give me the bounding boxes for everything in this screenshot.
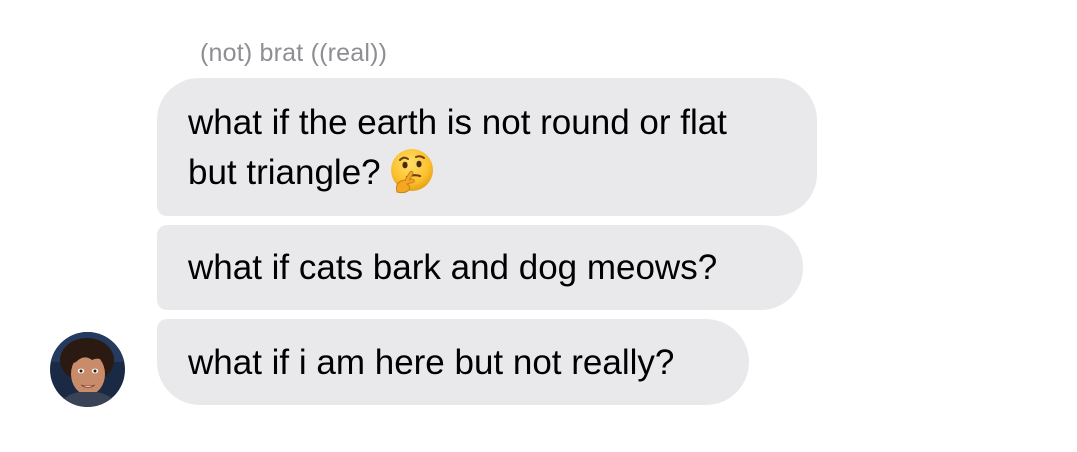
message-text-line: what if cats bark and dog meows? bbox=[188, 248, 718, 287]
message-text-line: what if i am here but not really? bbox=[188, 343, 675, 382]
message-bubble-cats-bark[interactable]: what if cats bark and dog meows? bbox=[157, 225, 803, 310]
sender-name: (not) brat ((real)) bbox=[200, 39, 388, 67]
message-text-line: what if the earth is not round or flat bbox=[188, 103, 727, 142]
thinking-face-emoji-icon bbox=[387, 146, 437, 196]
message-bubble-earth-triangle[interactable]: what if the earth is not round or flat b… bbox=[157, 78, 817, 216]
sender-avatar[interactable] bbox=[50, 332, 125, 407]
message-text-line-with-emoji: but triangle? bbox=[188, 148, 786, 200]
message-bubble-here-not-really[interactable]: what if i am here but not really? bbox=[157, 319, 749, 405]
message-text: but triangle? bbox=[188, 153, 381, 192]
avatar-photo-icon bbox=[50, 332, 125, 407]
